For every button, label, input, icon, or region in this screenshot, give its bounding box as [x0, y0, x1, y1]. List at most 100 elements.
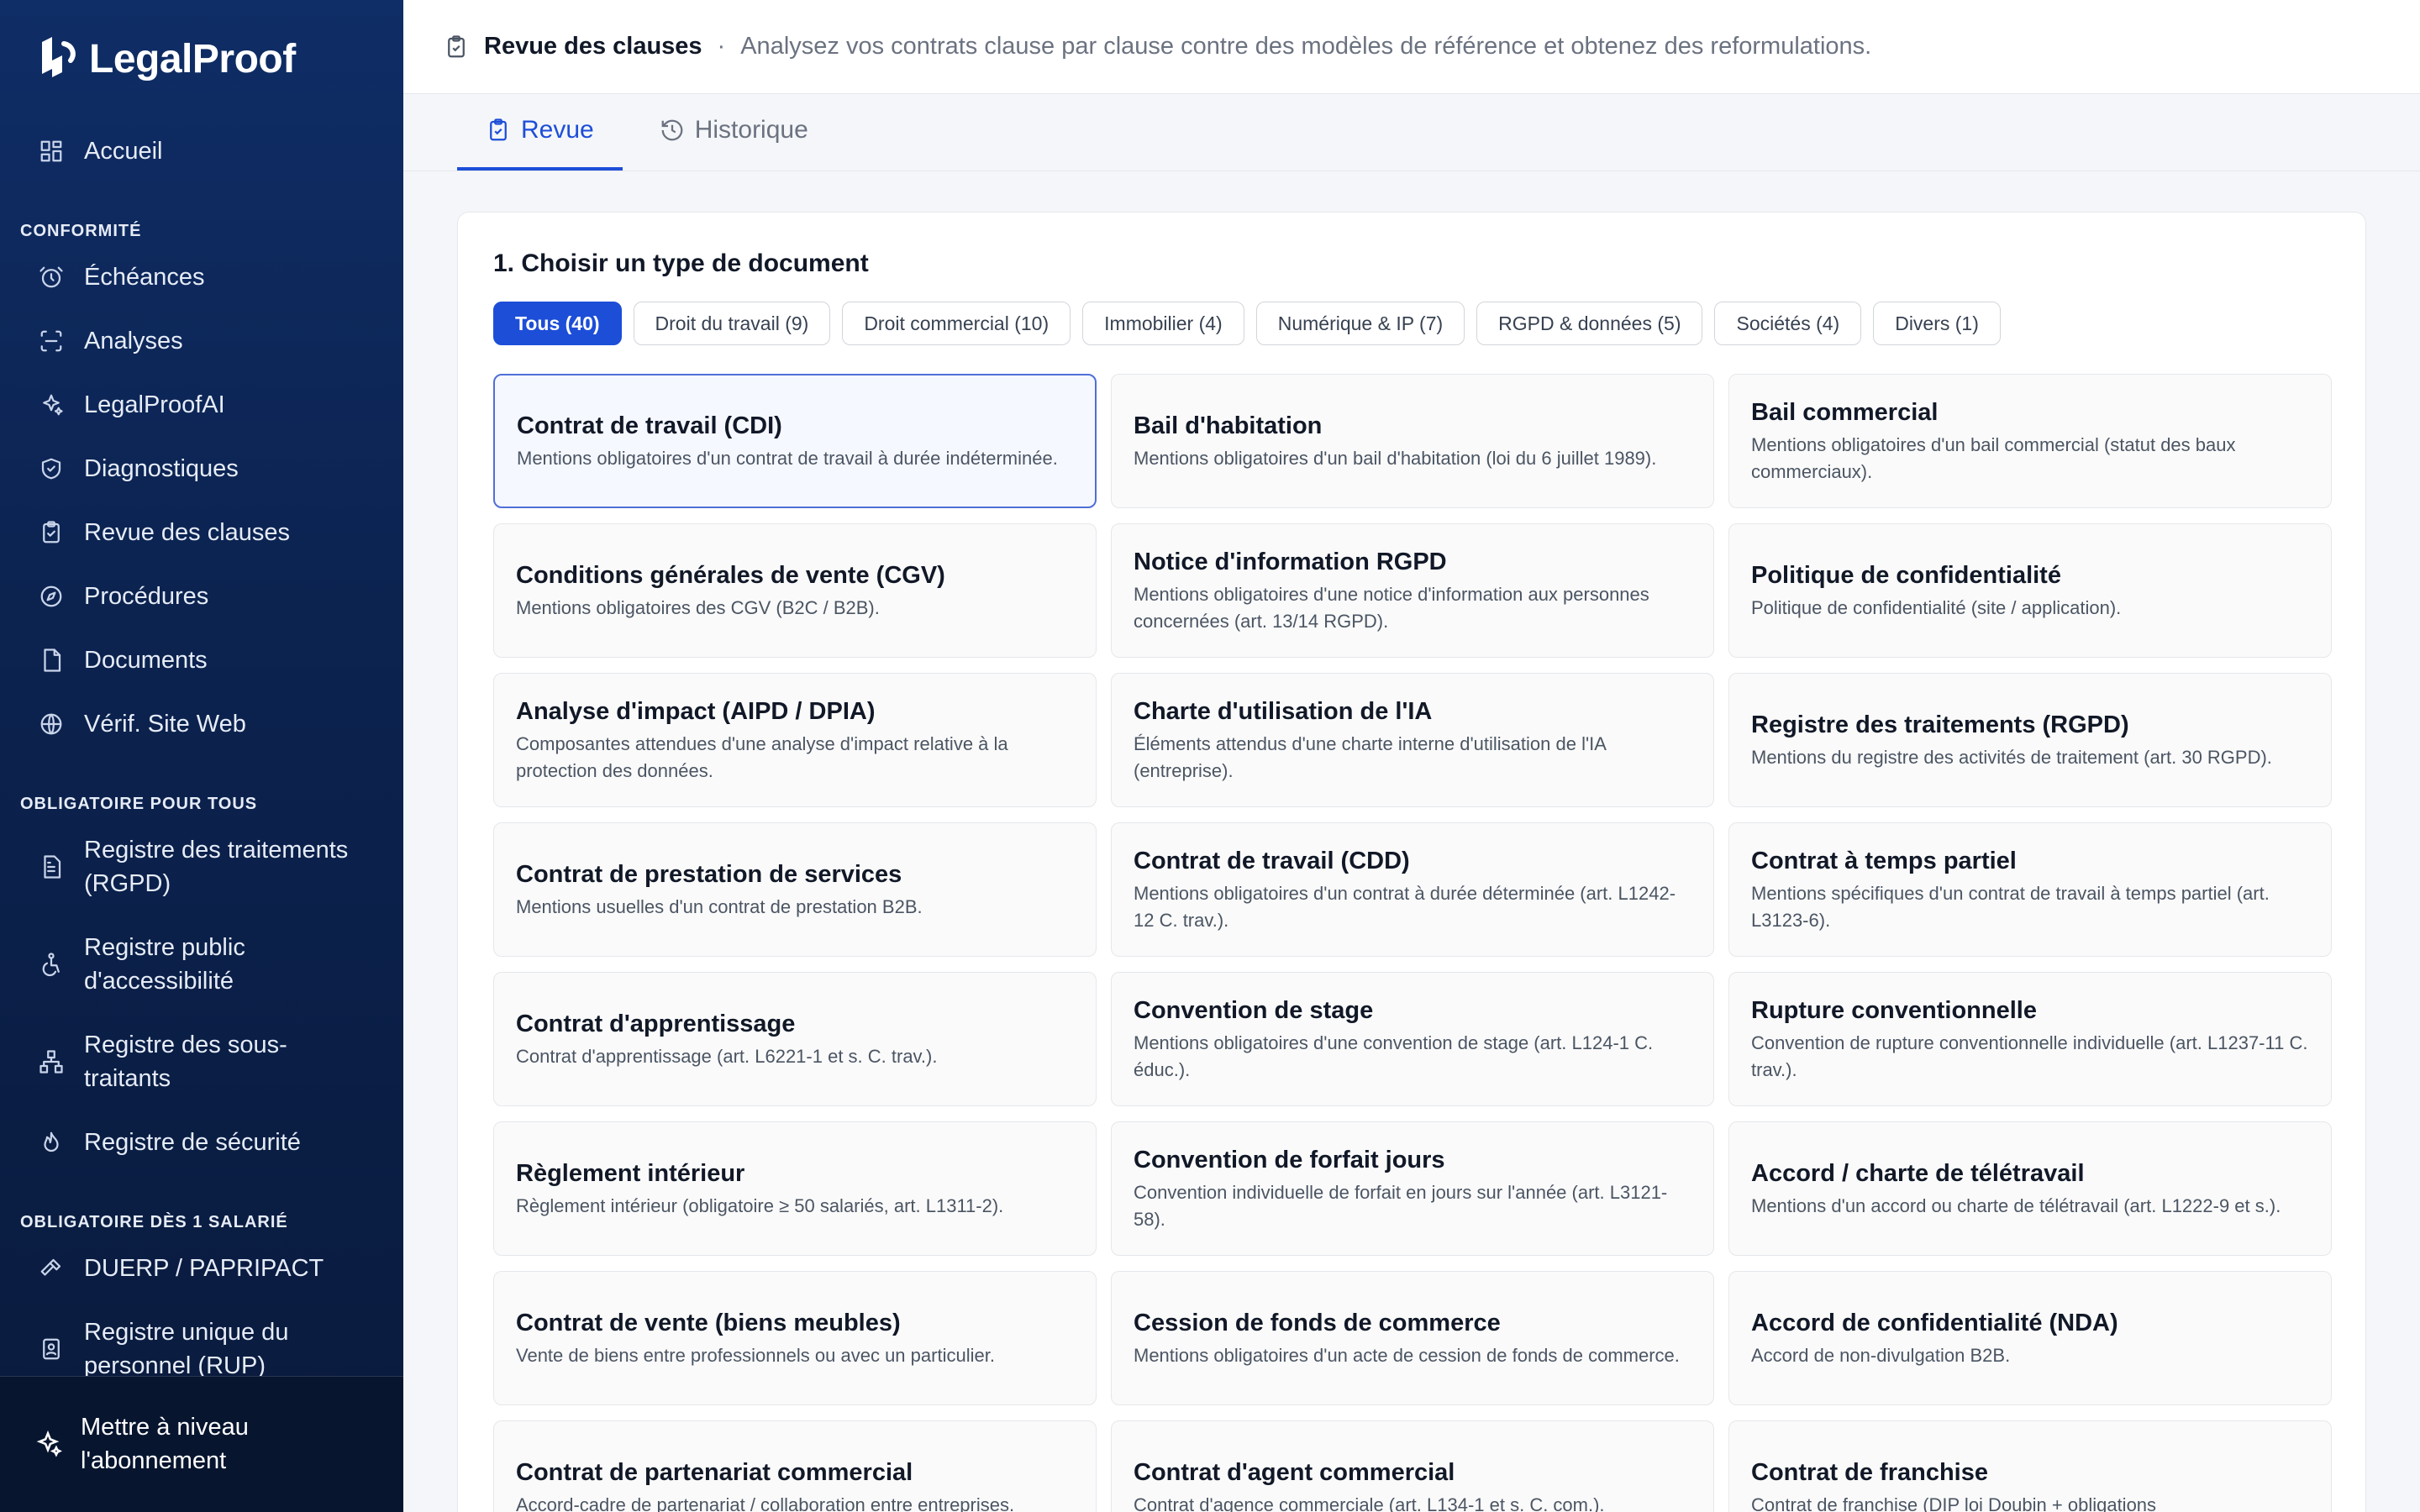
upgrade-label: Mettre à niveau l'abonnement	[81, 1414, 249, 1474]
document-card-vente-biens-meubles[interactable]: Contrat de vente (biens meubles) Vente de…	[493, 1271, 1097, 1405]
app-logo[interactable]: LegalProof	[34, 32, 296, 86]
card-description: Mentions d'un accord ou charte de télétr…	[1751, 1195, 2281, 1216]
card-title: Convention de stage	[1134, 997, 1374, 1024]
document-card-partenariat-commercial[interactable]: Contrat de partenariat commercial Accord-…	[493, 1420, 1097, 1512]
document-card-bail-habitation[interactable]: Bail d'habitation Mentions obligatoires d…	[1111, 374, 1714, 508]
document-card-notice-rgpd[interactable]: Notice d'information RGPD Mentions obliga…	[1111, 523, 1714, 658]
sidebar-item-registre-sous-traitants[interactable]: Registre des sous-traitants	[20, 1028, 383, 1095]
tab-label: Historique	[694, 116, 808, 144]
document-card-nda[interactable]: Accord de confidentialité (NDA) Accord de…	[1728, 1271, 2332, 1405]
sidebar-item-registre-unique-personnel[interactable]: Registre unique du personnel (RUP)	[20, 1315, 383, 1383]
card-description: Mentions obligatoires d'un bail commerci…	[1751, 434, 2236, 482]
document-card-agent-commercial[interactable]: Contrat d'agent commercial Contrat d'agen…	[1111, 1420, 1714, 1512]
document-card-cgv[interactable]: Conditions générales de vente (CGV) Menti…	[493, 523, 1097, 658]
section-title-obligatoire-pour-tous: OBLIGATOIRE POUR TOUS	[20, 795, 258, 813]
sidebar-item-registre-traitements[interactable]: Registre des traitements (RGPD)	[20, 833, 383, 900]
card-title: Contrat de travail (CDI)	[517, 412, 782, 439]
tab-revue[interactable]: Revue	[457, 93, 623, 171]
document-card-politique-confidentialite[interactable]: Politique de confidentialité Politique de…	[1728, 523, 2332, 658]
sidebar-item-label: Procédures	[84, 583, 209, 610]
filter-chip-divers[interactable]: Divers (1)	[1873, 302, 2001, 345]
sidebar-item-label: Analyses	[84, 328, 183, 354]
card-description: Vente de biens entre professionnels ou a…	[516, 1345, 995, 1366]
document-card-rupture-conventionnelle[interactable]: Rupture conventionnelle Convention de rup…	[1728, 972, 2332, 1106]
card-description: Mentions obligatoires d'une convention d…	[1134, 1032, 1654, 1080]
app-name: LegalProof	[89, 36, 296, 81]
document-card-bail-commercial[interactable]: Bail commercial Mentions obligatoires d'u…	[1728, 374, 2332, 508]
sidebar-item-documents[interactable]: Documents	[20, 643, 383, 677]
document-card-temps-partiel[interactable]: Contrat à temps partiel Mentions spécifiq…	[1728, 822, 2332, 957]
network-icon	[37, 1047, 66, 1076]
clipboard-check-icon	[37, 518, 66, 547]
document-card-franchise[interactable]: Contrat de franchise Contrat de franchise…	[1728, 1420, 2332, 1512]
document-card-cession-fonds[interactable]: Cession de fonds de commerce Mentions obl…	[1111, 1271, 1714, 1405]
sidebar-item-label: Échéances	[84, 264, 205, 291]
card-description: Éléments attendus d'une charte interne d…	[1134, 733, 1606, 781]
tab-historique[interactable]: Historique	[631, 93, 837, 171]
card-title: Contrat d'apprentissage	[516, 1011, 796, 1037]
clipboard-check-icon	[490, 118, 507, 141]
document-card-cdi[interactable]: Contrat de travail (CDI) Mentions obligat…	[493, 374, 1097, 508]
document-card-cdd[interactable]: Contrat de travail (CDD) Mentions obligat…	[1111, 822, 1714, 957]
document-card-charte-ia[interactable]: Charte d'utilisation de l'IA Éléments att…	[1111, 673, 1714, 807]
document-card-teletravail[interactable]: Accord / charte de télétravail Mentions d…	[1728, 1121, 2332, 1256]
document-card-convention-stage[interactable]: Convention de stage Mentions obligatoires…	[1111, 972, 1714, 1106]
card-description: Accord-cadre de partenariat / collaborat…	[516, 1494, 1015, 1512]
card-title: Registre des traitements (RGPD)	[1751, 711, 2129, 738]
document-card-aipd[interactable]: Analyse d'impact (AIPD / DPIA) Composante…	[493, 673, 1097, 807]
card-title: Contrat de partenariat commercial	[516, 1459, 913, 1486]
document-card-apprentissage[interactable]: Contrat d'apprentissage Contrat d'apprent…	[493, 972, 1097, 1106]
sidebar-item-label: DUERP / PAPRIPACT	[84, 1255, 324, 1282]
sidebar-item-home[interactable]: Accueil	[20, 134, 383, 168]
filter-chip-numerique-ip[interactable]: Numérique & IP (7)	[1255, 302, 1465, 345]
sidebar-item-diagnostiques[interactable]: Diagnostiques	[20, 452, 383, 486]
sidebar-item-label: Vérif. Site Web	[84, 711, 246, 738]
card-description: Mentions obligatoires des CGV (B2C / B2B…	[516, 597, 880, 618]
accessibility-icon	[37, 950, 66, 979]
sidebar-item-revue-des-clauses[interactable]: Revue des clauses	[20, 516, 383, 549]
sidebar-item-analyses[interactable]: Analyses	[20, 324, 383, 358]
card-title: Charte d'utilisation de l'IA	[1134, 698, 1433, 725]
tab-bar: Revue Historique	[403, 94, 2420, 171]
sidebar-item-legalproofai[interactable]: LegalProofAI	[20, 388, 383, 422]
filter-chip-rgpd-donnees[interactable]: RGPD & données (5)	[1476, 302, 1703, 345]
card-description: Contrat d'agence commerciale (art. L134-…	[1134, 1494, 1605, 1512]
document-card-reglement-interieur[interactable]: Règlement intérieur Règlement intérieur (…	[493, 1121, 1097, 1256]
filter-chip-societes[interactable]: Sociétés (4)	[1714, 302, 1862, 345]
sparkles-icon	[37, 391, 66, 419]
sidebar-item-label: LegalProofAI	[84, 391, 225, 418]
sidebar-item-registre-securite[interactable]: Registre de sécurité	[20, 1126, 383, 1159]
flame-icon	[37, 1128, 66, 1157]
card-title: Accord de confidentialité (NDA)	[1751, 1310, 2118, 1336]
main-content: Revue des clauses · Analysez vos contrat…	[403, 0, 2420, 1512]
card-description: Mentions du registre des activités de tr…	[1751, 747, 2272, 768]
sidebar-item-procedures[interactable]: Procédures	[20, 580, 383, 613]
card-description: Politique de confidentialité (site / app…	[1751, 597, 2122, 618]
sidebar-item-label: Revue des clauses	[84, 519, 291, 546]
filter-chip-immobilier[interactable]: Immobilier (4)	[1082, 302, 1244, 345]
filter-chip-droit-du-travail[interactable]: Droit du travail (9)	[633, 302, 831, 345]
upgrade-button[interactable]: Mettre à niveau l'abonnement	[34, 1410, 333, 1478]
filter-chip-droit-commercial[interactable]: Droit commercial (10)	[842, 302, 1071, 345]
card-title: Conditions générales de vente (CGV)	[516, 562, 945, 589]
card-description: Mentions obligatoires d'un contrat de tr…	[517, 448, 1058, 469]
sidebar-item-duerp[interactable]: DUERP / PAPRIPACT	[20, 1252, 383, 1285]
category-filters: Tous (40) Droit du travail (9) Droit com…	[493, 302, 2001, 345]
clipboard-check-icon	[448, 34, 465, 57]
document-card-prestation-services[interactable]: Contrat de prestation de services Mention…	[493, 822, 1097, 957]
document-type-grid: Contrat de travail (CDI) Mentions obligat…	[493, 374, 2333, 1512]
sidebar-item-echeances[interactable]: Échéances	[20, 260, 383, 294]
document-card-forfait-jours[interactable]: Convention de forfait jours Convention in…	[1111, 1121, 1714, 1256]
document-card-registre-traitements[interactable]: Registre des traitements (RGPD) Mentions …	[1728, 673, 2332, 807]
sidebar-item-registre-accessibilite[interactable]: Registre public d'accessibilité	[20, 931, 383, 998]
card-description: Accord de non-divulgation B2B.	[1751, 1345, 2011, 1366]
sidebar-item-label: Documents	[84, 647, 208, 674]
compass-icon	[37, 582, 66, 611]
globe-icon	[37, 710, 66, 738]
card-title: Contrat d'agent commercial	[1134, 1459, 1455, 1486]
sidebar-item-verif-site-web[interactable]: Vérif. Site Web	[20, 707, 383, 741]
card-title: Contrat de travail (CDD)	[1134, 848, 1410, 874]
filter-chip-tous[interactable]: Tous (40)	[493, 302, 622, 345]
sidebar: LegalProof Accueil CONFORMITÉ Échéances …	[0, 0, 403, 1512]
sidebar-item-label: Diagnostiques	[84, 455, 239, 482]
